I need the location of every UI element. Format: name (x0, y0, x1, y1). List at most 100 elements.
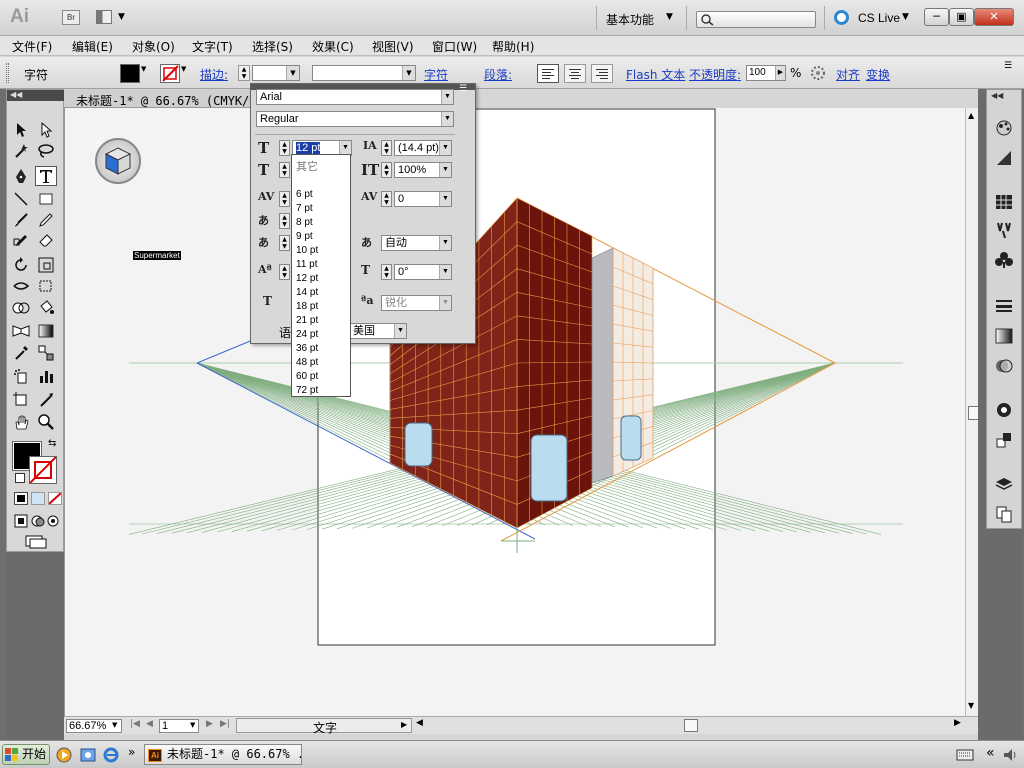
transform-link[interactable]: 变换 (866, 66, 890, 83)
bridge-button[interactable]: Br (62, 10, 80, 25)
stroke-link[interactable]: 描边: (200, 66, 228, 83)
language-select[interactable]: 美国 ▼ (349, 323, 407, 339)
chevron-down-icon[interactable]: ▼ (112, 721, 117, 729)
align-left-button[interactable] (537, 64, 559, 83)
menu-effect[interactable]: 效果(C) (312, 38, 354, 55)
leading-stepper[interactable]: ▲ ▼ (381, 140, 392, 156)
font-size-option[interactable]: 18 pt (296, 301, 318, 312)
swatches-panel-icon[interactable] (993, 192, 1015, 212)
symbols-panel-icon[interactable] (993, 250, 1015, 270)
status-field[interactable]: 文字 ▶ (236, 718, 412, 735)
quick-launch-overflow-icon[interactable]: » (128, 745, 135, 759)
tray-expand-icon[interactable]: « (986, 745, 995, 761)
pen-tool-icon[interactable] (10, 166, 32, 186)
free-transform-tool-icon[interactable] (35, 276, 57, 296)
next-artboard-icon[interactable]: ▶ (206, 719, 213, 729)
character-rotation-input[interactable]: 0° ▼ (394, 264, 452, 280)
stroke-swatch[interactable] (160, 64, 180, 83)
last-artboard-icon[interactable]: ▶| (220, 719, 230, 729)
font-style-select[interactable]: Regular ▼ (256, 111, 454, 127)
direct-selection-tool-icon[interactable] (35, 120, 57, 140)
character-rotation-stepper[interactable]: ▲ ▼ (381, 264, 392, 280)
scroll-down-icon[interactable]: ▼ (968, 701, 974, 710)
menu-type[interactable]: 文字(T) (192, 38, 233, 55)
volume-icon[interactable] (1002, 747, 1018, 766)
align-center-button[interactable] (564, 64, 586, 83)
tsume-stepper[interactable]: ▲ ▼ (279, 213, 290, 229)
menu-help[interactable]: 帮助(H) (492, 38, 534, 55)
font-size-stepper[interactable]: ▲ ▼ (279, 140, 290, 156)
horizontal-scale-input[interactable]: 100% ▼ (394, 162, 452, 178)
lasso-tool-icon[interactable] (35, 141, 57, 161)
blend-tool-icon[interactable] (35, 343, 57, 363)
live-paint-bucket-tool-icon[interactable] (35, 298, 57, 318)
restore-button[interactable]: ▣ (949, 8, 974, 26)
chevron-down-icon[interactable]: ▼ (141, 65, 146, 73)
font-family-select[interactable]: Arial ▼ (256, 89, 454, 105)
antialias-select[interactable]: 锐化 ▼ (381, 295, 452, 311)
perspective-plane-widget[interactable] (95, 138, 141, 184)
align-right-button[interactable] (591, 64, 613, 83)
color-guide-panel-icon[interactable] (993, 148, 1015, 168)
stroke-weight-stepper[interactable]: ▲ ▼ (238, 65, 250, 81)
opacity-link[interactable]: 不透明度: (689, 66, 741, 83)
collapse-panel-icon[interactable]: ◀◀ (7, 90, 65, 101)
close-button[interactable]: ✕ (974, 8, 1014, 26)
font-size-option[interactable]: 11 pt (296, 259, 318, 270)
font-size-option[interactable]: 60 pt (296, 371, 318, 382)
arrange-documents-button[interactable]: ▼ (96, 10, 128, 25)
leading-input[interactable]: (14.4 pt) ▼ (394, 140, 452, 156)
font-size-option[interactable]: 72 pt (296, 385, 318, 396)
line-segment-tool-icon[interactable] (10, 189, 32, 209)
artboard-tool-icon[interactable] (10, 390, 32, 410)
previous-artboard-icon[interactable]: ◀ (146, 719, 153, 729)
default-fill-stroke-icon[interactable] (15, 473, 25, 483)
help-search-input[interactable] (696, 11, 816, 28)
menu-view[interactable]: 视图(V) (372, 38, 414, 55)
keyboard-icon[interactable] (956, 748, 974, 765)
gradient-tool-icon[interactable] (35, 321, 57, 341)
font-size-option[interactable]: 12 pt (296, 273, 318, 284)
menu-window[interactable]: 窗口(W) (432, 38, 477, 55)
brushes-panel-icon[interactable] (993, 220, 1015, 240)
character-panel-link[interactable]: 字符 (424, 66, 448, 83)
menu-edit[interactable]: 编辑(E) (72, 38, 113, 55)
show-desktop-icon[interactable] (80, 747, 96, 766)
horizontal-scale-stepper[interactable]: ▲ ▼ (381, 162, 392, 178)
menu-file[interactable]: 文件(F) (12, 38, 52, 55)
width-tool-icon[interactable] (10, 276, 32, 296)
font-size-option[interactable]: 24 pt (296, 329, 318, 340)
scroll-left-icon[interactable]: ◀ (416, 718, 423, 728)
font-size-option[interactable]: 9 pt (296, 231, 313, 242)
perspective-grid-tool-icon[interactable] (10, 321, 32, 341)
graphic-styles-panel-icon[interactable] (993, 430, 1015, 450)
color-panel-icon[interactable] (993, 118, 1015, 138)
aki-left-stepper[interactable]: ▲ ▼ (279, 235, 290, 251)
stroke-weight-select[interactable]: ▼ (252, 65, 300, 81)
paintbrush-tool-icon[interactable] (10, 210, 32, 230)
shape-builder-tool-icon[interactable] (10, 298, 32, 318)
fill-swatch[interactable] (120, 64, 140, 83)
stroke-color-swatch[interactable] (29, 456, 57, 484)
artboards-panel-icon[interactable] (993, 504, 1015, 524)
internet-explorer-icon[interactable] (103, 747, 119, 766)
gradient-mode-icon[interactable] (31, 492, 45, 505)
scroll-up-icon[interactable]: ▲ (968, 111, 974, 120)
font-size-option[interactable]: 36 pt (296, 343, 318, 354)
flash-text-link[interactable]: Flash 文本 (626, 66, 685, 83)
blob-brush-tool-icon[interactable] (10, 231, 32, 251)
aki-right-select[interactable]: 自动 ▼ (381, 235, 452, 251)
kerning-stepper[interactable]: ▲ ▼ (279, 191, 290, 207)
magic-wand-tool-icon[interactable] (10, 141, 32, 161)
supermarket-text[interactable]: Supermarket (133, 251, 181, 260)
chevron-down-icon[interactable]: ▼ (181, 65, 186, 73)
selection-tool-icon[interactable] (10, 120, 32, 140)
font-size-option[interactable]: 7 pt (296, 203, 313, 214)
vertical-scale-stepper[interactable]: ▲ ▼ (279, 162, 290, 178)
tracking-input[interactable]: 0 ▼ (394, 191, 452, 207)
workspace-switcher[interactable]: 基本功能 (606, 11, 654, 28)
baseline-shift-stepper[interactable]: ▲ ▼ (279, 264, 290, 280)
menu-select[interactable]: 选择(S) (252, 38, 293, 55)
menu-object[interactable]: 对象(O) (132, 38, 175, 55)
drawing-modes-icon[interactable] (14, 514, 60, 531)
